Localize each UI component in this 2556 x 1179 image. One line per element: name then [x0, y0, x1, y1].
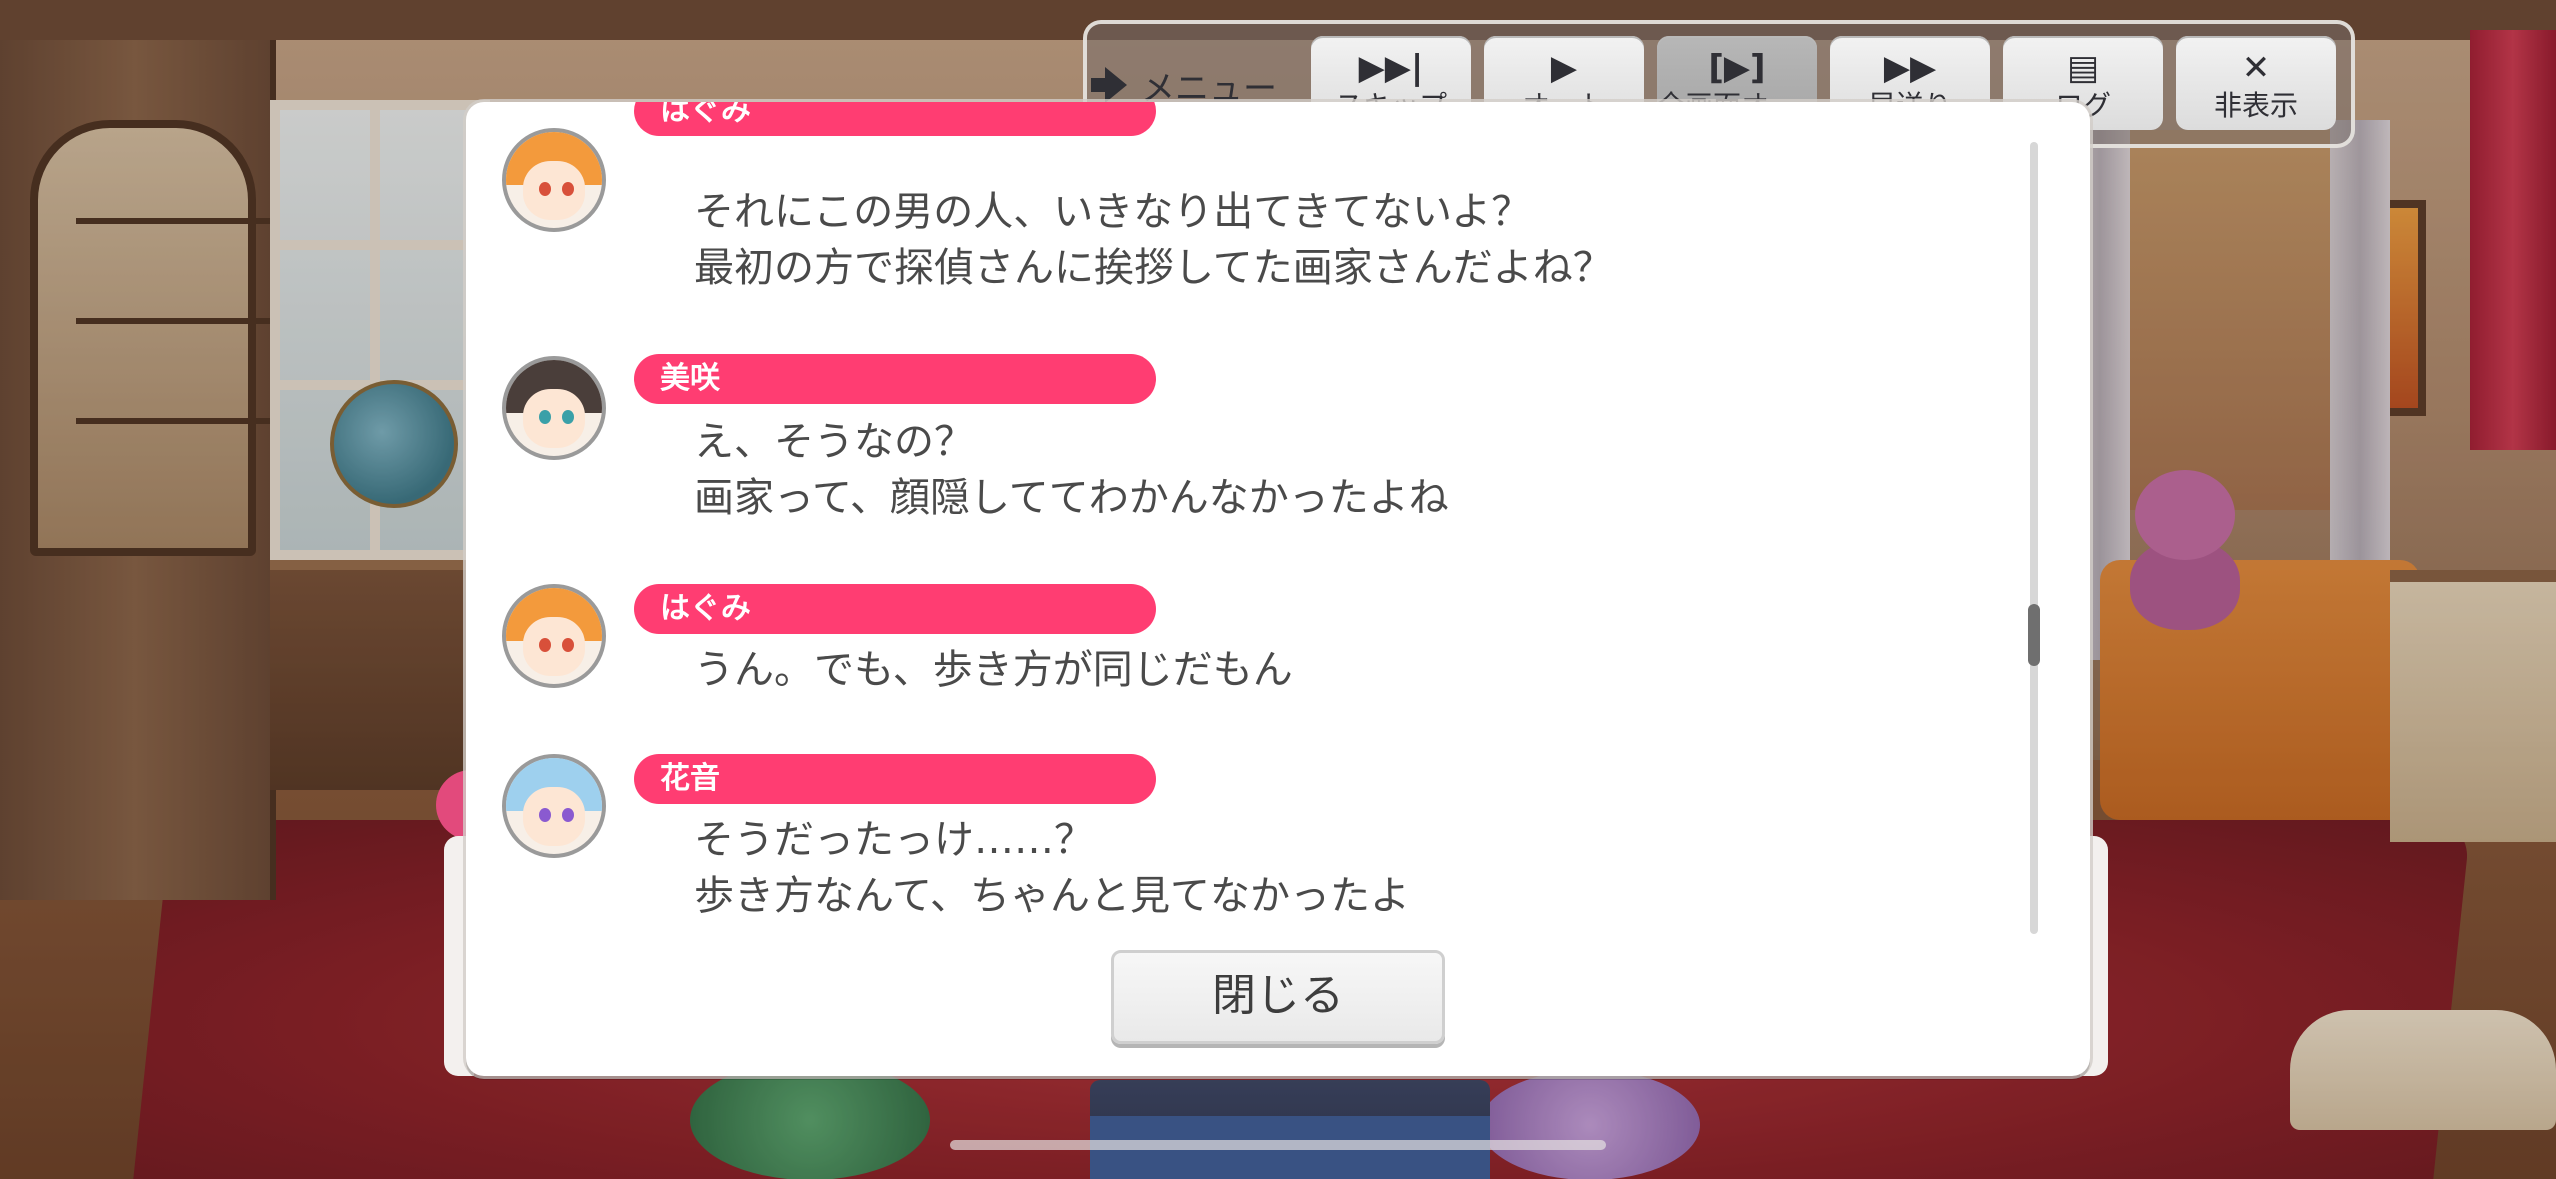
avatar-eye [561, 807, 574, 822]
avatar-hagumi [502, 128, 606, 232]
avatar-eye [561, 181, 574, 196]
avatar-misaki [502, 356, 606, 460]
close-button[interactable]: 閉じる [1111, 950, 1445, 1044]
backlog-modal: はぐみ それにこの男の人、いきなり出てきてないよ？ 最初の方で探偵さんに挨拶して… [466, 102, 2090, 1076]
play-icon: ▶ [1550, 48, 1578, 88]
avatar-eye [538, 637, 551, 652]
dialogue-line: それにこの男の人、いきなり出てきてないよ？ [694, 189, 1532, 235]
close-icon: ✕ [2241, 48, 2271, 88]
dialogue-line: うん。でも、歩き方が同じだもん [694, 647, 1293, 693]
avatar-kanon [502, 754, 606, 858]
speaker-name-tag: 美咲 [634, 354, 1156, 404]
avatar-eye [538, 807, 551, 822]
avatar-eye [561, 637, 574, 652]
hide-label: 非表示 [2213, 89, 2298, 122]
fullscreen-auto-icon: [▶] [1708, 48, 1766, 88]
fast-forward-icon: ▶▶ [1883, 48, 1937, 88]
avatar-face [523, 160, 585, 221]
home-indicator[interactable] [950, 1140, 1606, 1150]
avatar-eye [538, 409, 551, 424]
avatar-hagumi [502, 584, 606, 688]
scrollbar-track[interactable] [2030, 142, 2038, 934]
avatar-eye [538, 181, 551, 196]
skip-icon: ▶▶| [1358, 48, 1424, 88]
speaker-name-tag: 花音 [634, 754, 1156, 804]
avatar-face [523, 616, 585, 677]
arrow-right-icon [1091, 67, 1127, 103]
hide-button[interactable]: ✕ 非表示 [2176, 36, 2336, 130]
scrollbar-thumb[interactable] [2028, 604, 2040, 666]
log-icon: ▤ [2066, 48, 2100, 88]
dialogue-line: そうだったっけ……？ [694, 817, 1094, 863]
avatar-face [523, 786, 585, 847]
backlog-list[interactable]: はぐみ それにこの男の人、いきなり出てきてないよ？ 最初の方で探偵さんに挨拶して… [466, 102, 2026, 932]
dialogue-line: 歩き方なんて、ちゃんと見てなかったよ [694, 873, 1410, 919]
speaker-name-tag: はぐみ [634, 102, 1156, 136]
avatar-face [523, 388, 585, 449]
dialogue-line: 最初の方で探偵さんに挨拶してた画家さんだよね？ [694, 245, 1613, 291]
dialogue-line: 画家って、顔隠しててわかんなかったよね [694, 475, 1449, 521]
avatar-eye [561, 409, 574, 424]
dialogue-line: え、そうなの？ [694, 419, 974, 465]
speaker-name-tag: はぐみ [634, 584, 1156, 634]
